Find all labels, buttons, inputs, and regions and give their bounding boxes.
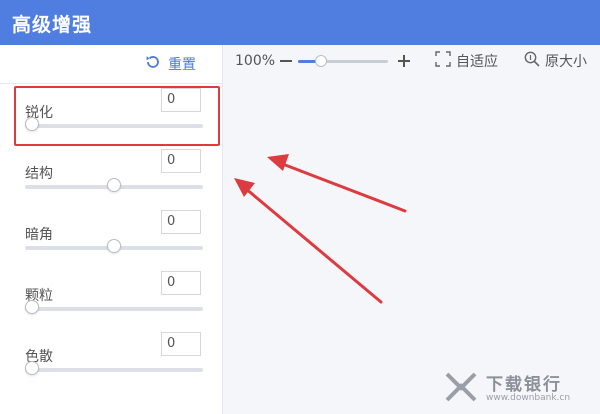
structure-control: 结构 0 xyxy=(0,146,222,202)
magnifier-icon xyxy=(523,50,541,72)
watermark-name: 下载银行 xyxy=(486,375,562,395)
dispersion-slider-thumb[interactable] xyxy=(25,361,39,375)
window-title: 高级增强 xyxy=(12,14,93,36)
zoom-level: 100% xyxy=(235,53,276,69)
zoom-slider-thumb[interactable] xyxy=(314,55,327,67)
preview-toolbar: 100% 自适应 原大小 xyxy=(223,45,600,77)
vignette-label: 暗角 xyxy=(25,227,53,243)
title-bar: 高级增强 xyxy=(0,0,600,45)
vignette-input[interactable]: 0 xyxy=(161,210,201,234)
grain-control: 颗粒 0 xyxy=(0,268,222,324)
vignette-control: 暗角 0 xyxy=(0,207,222,263)
grain-input[interactable]: 0 xyxy=(161,271,201,295)
fit-label: 自适应 xyxy=(456,54,498,70)
dispersion-slider-track[interactable] xyxy=(25,368,203,372)
preview-area: 100% 自适应 原大小 xyxy=(223,45,600,414)
panel-divider xyxy=(0,83,222,84)
grain-slider-thumb[interactable] xyxy=(25,300,39,314)
structure-slider-thumb[interactable] xyxy=(107,178,121,192)
dispersion-input[interactable]: 0 xyxy=(161,332,201,356)
reset-button[interactable]: 重置 xyxy=(144,53,196,75)
dispersion-control: 色散 0 xyxy=(0,329,222,385)
refresh-icon xyxy=(144,53,162,75)
original-size-label: 原大小 xyxy=(545,54,587,70)
original-size-button[interactable]: 原大小 xyxy=(523,51,587,71)
watermark-url: www.downbank.cn xyxy=(486,393,571,403)
fit-window-icon xyxy=(434,50,452,72)
watermark: 下载银行 www.downbank.cn xyxy=(444,366,594,410)
minus-icon[interactable] xyxy=(279,52,293,70)
fit-button[interactable]: 自适应 xyxy=(434,51,498,71)
sharpen-highlight-box xyxy=(14,86,220,146)
vignette-slider-thumb[interactable] xyxy=(107,239,121,253)
grain-slider-track[interactable] xyxy=(25,307,203,311)
plus-icon[interactable] xyxy=(397,52,411,70)
structure-label: 结构 xyxy=(25,166,53,182)
watermark-logo-icon xyxy=(444,370,478,404)
structure-input[interactable]: 0 xyxy=(161,149,201,173)
reset-label: 重置 xyxy=(168,57,196,73)
zoom-slider-track[interactable] xyxy=(298,55,388,67)
